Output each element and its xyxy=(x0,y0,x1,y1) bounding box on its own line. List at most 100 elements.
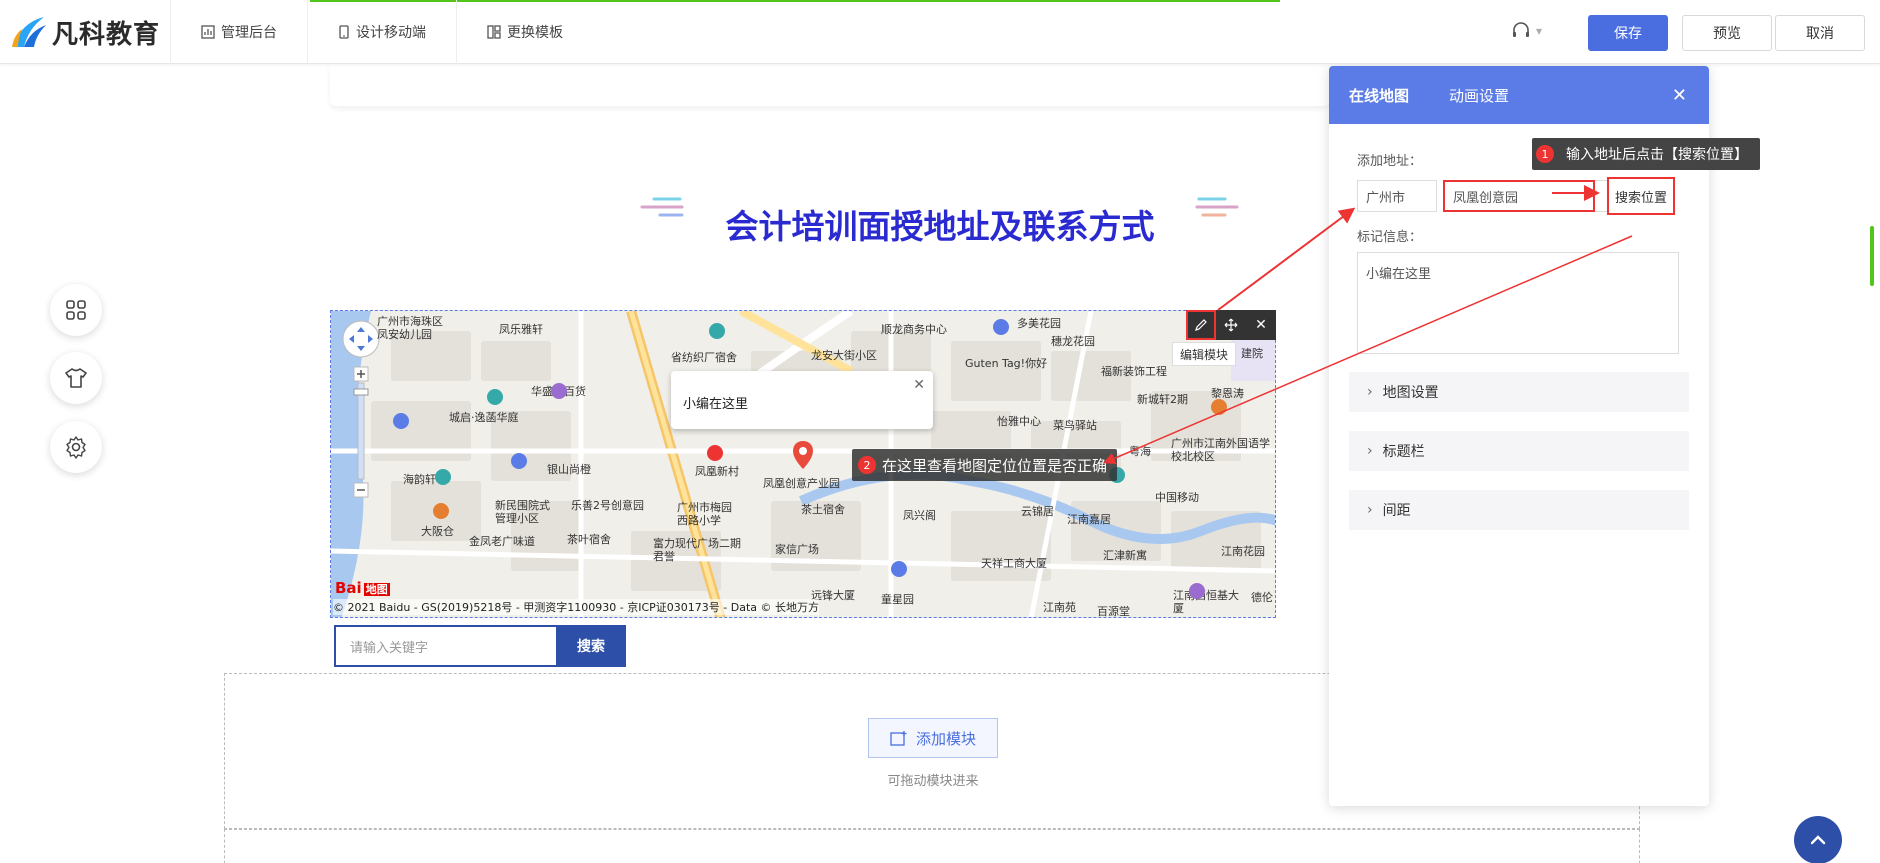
top-nav: 管理后台 设计移动端 更换模板 xyxy=(170,0,593,64)
template-icon xyxy=(487,25,501,39)
poi-icon xyxy=(487,389,503,405)
map-label: 菜鸟驿站 xyxy=(1053,419,1097,432)
popup-text: 小编在这里 xyxy=(683,397,749,412)
panel-header: 在线地图 动画设置 ✕ xyxy=(1329,66,1709,124)
section-map-settings[interactable]: 地图设置 xyxy=(1349,372,1689,412)
map-label: 凤兴阁 xyxy=(903,509,936,522)
map-label: 新城轩2期 xyxy=(1137,393,1188,406)
poi-icon xyxy=(433,503,449,519)
title-deco-right-icon xyxy=(1195,197,1239,217)
map-module[interactable]: 广州市海珠区凤安幼儿园 凤乐雅轩 华盛兴百货 城启·逸菡华庭 银山尚橙 海韵轩 … xyxy=(330,310,1276,618)
map-label: 江南苑 xyxy=(1043,601,1076,614)
map-label: 凤乐雅轩 xyxy=(499,323,543,336)
step-2-badge: 2 xyxy=(858,456,876,474)
tab-online-map[interactable]: 在线地图 xyxy=(1329,66,1429,124)
poi-icon xyxy=(707,445,723,461)
map-label: 江南花园 xyxy=(1221,545,1265,558)
settings-button[interactable] xyxy=(50,421,102,473)
map-label: 童星园 xyxy=(881,593,914,606)
search-button[interactable]: 搜索 xyxy=(556,625,626,667)
section-spacing[interactable]: 间距 xyxy=(1349,490,1689,530)
headset-icon xyxy=(1513,22,1529,37)
map-label: 省纺织厂宿舍 xyxy=(671,351,737,364)
poi-icon xyxy=(551,383,567,399)
map-label: 多美花园 xyxy=(1017,317,1061,330)
gear-icon xyxy=(66,436,86,459)
map-label: 江南西恒基大厦 xyxy=(1173,589,1239,615)
baidu-logo-text: Bai xyxy=(335,579,362,597)
map-label: 新民围院式管理小区 xyxy=(495,499,550,525)
map-label: 家信广场 xyxy=(775,543,819,556)
map-label: 城启·逸菡华庭 xyxy=(449,411,519,424)
page-scrollbar[interactable] xyxy=(1870,226,1874,286)
brand-name: 凡科教育 xyxy=(52,19,161,50)
preview-button[interactable]: 预览 xyxy=(1682,15,1772,51)
map-label: 凤凰新村 xyxy=(695,465,739,478)
brand-logo[interactable]: 凡科教育 xyxy=(10,12,160,52)
add-module-button[interactable]: 添加模块 xyxy=(868,718,998,758)
map-label: 广州市梅园西路小学 xyxy=(677,501,732,527)
zoom-control[interactable] xyxy=(341,319,381,523)
map-label: 穗龙花园 xyxy=(1051,335,1095,348)
poi-icon xyxy=(993,319,1009,335)
next-section xyxy=(224,829,1640,863)
map-label: 凤凰创意产业园 xyxy=(763,477,840,490)
map-label: 百源堂 xyxy=(1097,605,1130,618)
map-label: 茶土宿舍 xyxy=(801,503,845,516)
city-field[interactable]: 广州市 xyxy=(1357,180,1437,212)
address-field[interactable]: 凤凰创意园 xyxy=(1443,180,1595,212)
map-label: 富力现代广场二期君誉 xyxy=(653,537,741,563)
map-label: 大阪仓 xyxy=(421,525,454,538)
search-location-button[interactable]: 搜索位置 xyxy=(1607,177,1675,215)
cancel-button[interactable]: 取消 xyxy=(1775,15,1865,51)
tab-animation[interactable]: 动画设置 xyxy=(1429,66,1529,124)
chevron-up-icon xyxy=(1810,835,1826,845)
edit-module-button[interactable] xyxy=(1186,310,1216,340)
mobile-icon xyxy=(339,25,349,39)
section-title: 会计培训面授地址及联系方式 xyxy=(725,207,1155,246)
map-label: 银山尚橙 xyxy=(547,463,591,476)
nav-admin[interactable]: 管理后台 xyxy=(170,0,307,64)
close-icon[interactable]: ✕ xyxy=(913,377,925,393)
shirt-icon xyxy=(65,368,87,388)
map-label: 龙安大街小区 xyxy=(811,349,877,362)
delete-module-button[interactable]: ✕ xyxy=(1246,310,1276,340)
poi-icon xyxy=(393,413,409,429)
map-label: 茶叶宿舍 xyxy=(567,533,611,546)
map-label: 江南嘉居 xyxy=(1067,513,1111,526)
map-label: 广州市海珠区凤安幼儿园 xyxy=(377,315,443,341)
baidu-logo: Bai 地图 xyxy=(335,579,390,597)
map-label: 广州市江南外国语学校北校区 xyxy=(1171,437,1270,463)
nav-mobile[interactable]: 设计移动端 xyxy=(307,0,456,64)
save-button[interactable]: 保存 xyxy=(1588,15,1668,51)
close-icon[interactable]: ✕ xyxy=(1672,85,1687,106)
customer-service[interactable]: ▾ xyxy=(1510,20,1542,42)
theme-button[interactable] xyxy=(50,352,102,404)
pencil-icon xyxy=(1195,319,1207,331)
section-title-bar[interactable]: 标题栏 xyxy=(1349,431,1689,471)
map-check-tip-text: 在这里查看地图定位位置是否正确 xyxy=(882,456,1108,475)
logo-icon xyxy=(10,13,48,51)
add-address-label: 添加地址： xyxy=(1357,154,1423,169)
drag-hint: 可拖动模块进来 xyxy=(887,774,979,789)
modules-button[interactable] xyxy=(50,284,102,336)
mark-info-textarea[interactable]: 小编在这里 xyxy=(1357,252,1679,354)
move-module-button[interactable] xyxy=(1216,310,1246,340)
poi-icon xyxy=(1211,399,1227,415)
step-1-badge: 1 xyxy=(1536,145,1554,163)
nav-template[interactable]: 更换模板 xyxy=(456,0,593,64)
map-label: 顺龙商务中心 xyxy=(881,323,947,336)
close-icon: ✕ xyxy=(1255,317,1267,333)
keyword-search-input[interactable]: 请输入关键字 xyxy=(334,625,556,667)
poi-icon xyxy=(891,561,907,577)
nav-admin-label: 管理后台 xyxy=(221,25,277,41)
poi-icon xyxy=(709,323,725,339)
back-to-top-button[interactable] xyxy=(1794,816,1842,863)
mark-info-label: 标记信息： xyxy=(1357,230,1423,245)
map-label: 天祥工商大厦 xyxy=(981,557,1047,570)
map-label: 中国移动 xyxy=(1155,491,1199,504)
map-settings-panel: 在线地图 动画设置 ✕ 添加地址： 广州市 凤凰创意园 搜索位置 标记信息： 小… xyxy=(1329,66,1709,806)
map-label: 汇津新寓 xyxy=(1103,549,1147,562)
poi-icon xyxy=(1189,583,1205,599)
map-label: 金凤老广味道 xyxy=(469,535,535,548)
